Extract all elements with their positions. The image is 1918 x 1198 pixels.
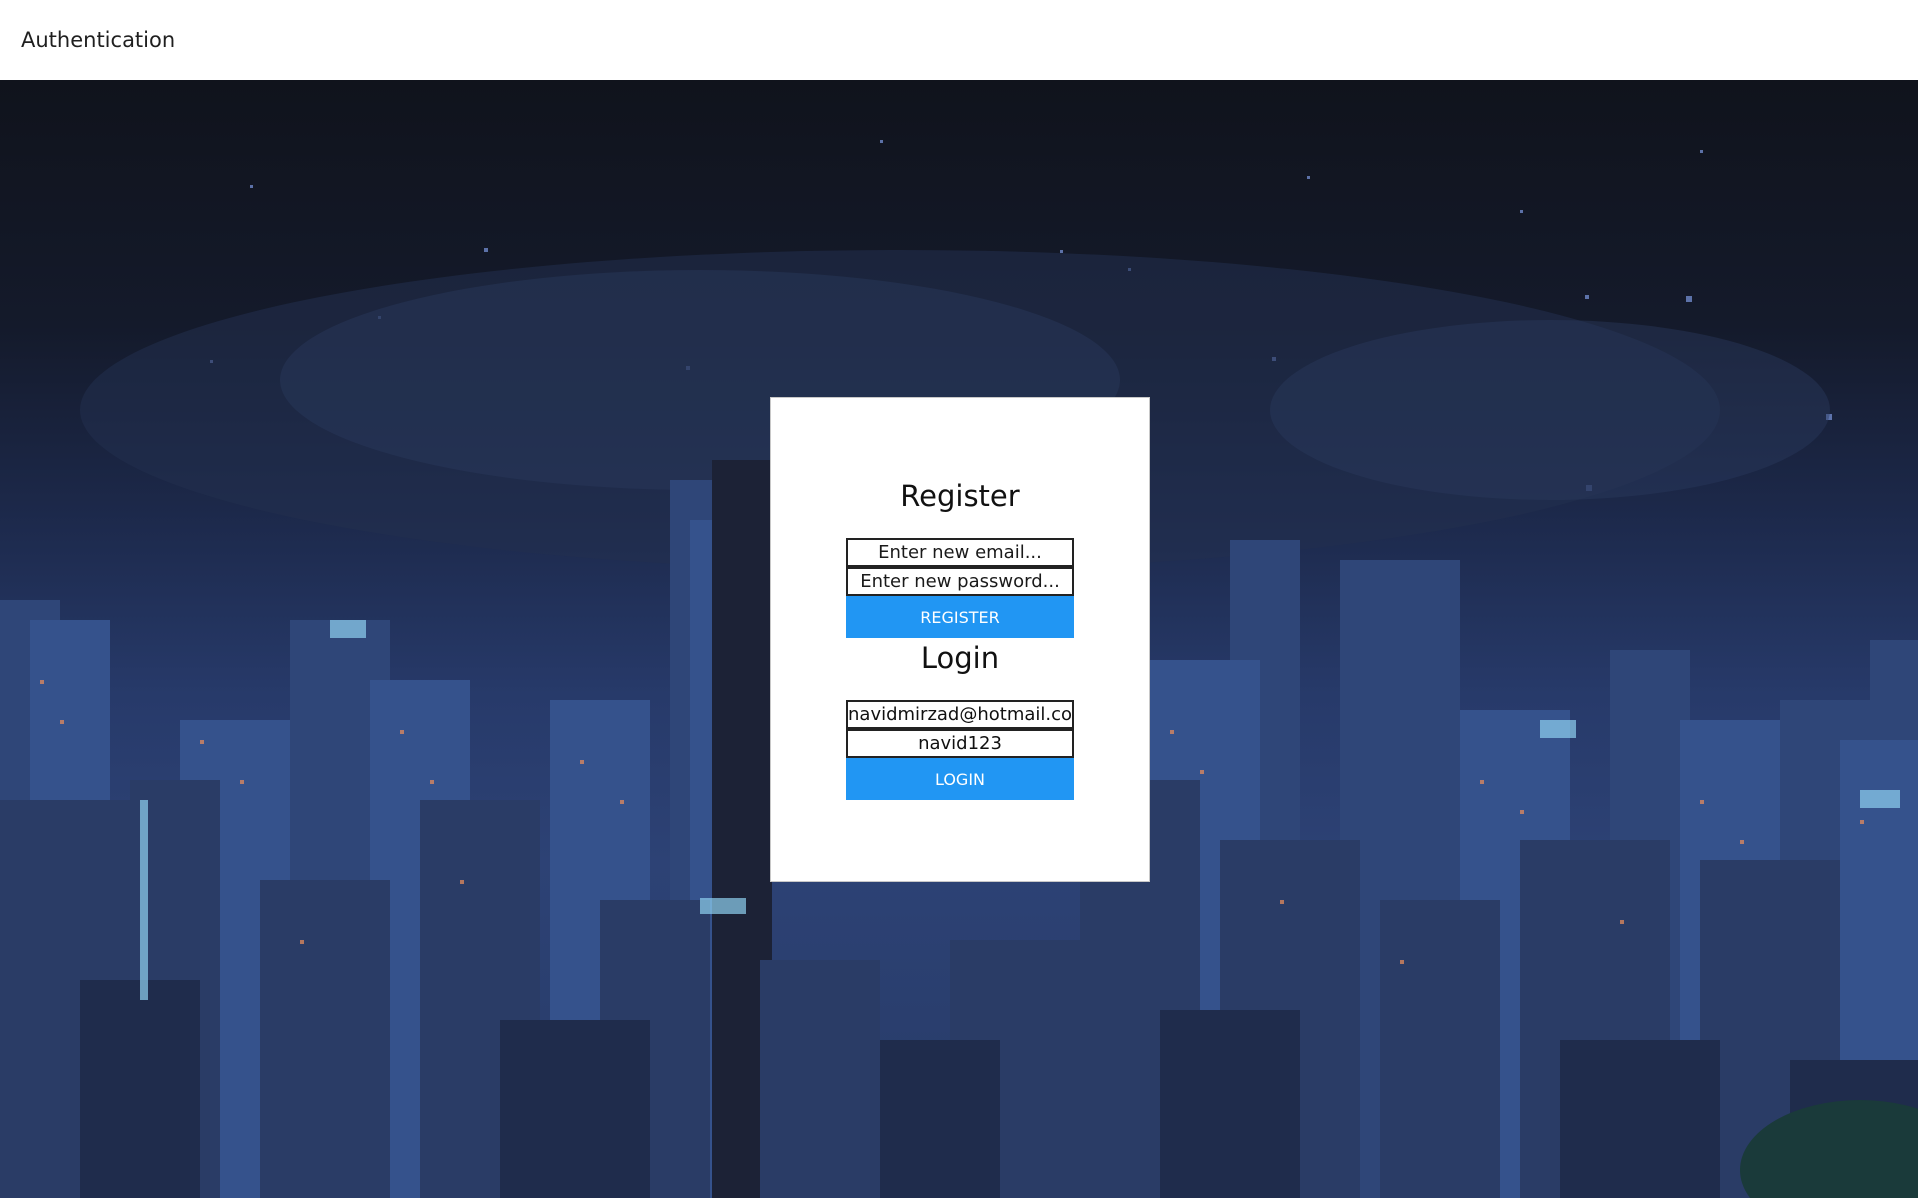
page-title: Authentication bbox=[21, 28, 176, 52]
register-form: REGISTER bbox=[846, 538, 1074, 638]
app-header: Authentication bbox=[0, 0, 1918, 80]
register-button[interactable]: REGISTER bbox=[846, 596, 1074, 638]
register-email-input[interactable] bbox=[846, 538, 1074, 567]
register-heading: Register bbox=[900, 479, 1020, 513]
register-password-input[interactable] bbox=[846, 567, 1074, 596]
login-button[interactable]: LOGIN bbox=[846, 758, 1074, 800]
login-form: LOGIN bbox=[846, 700, 1074, 800]
login-email-input[interactable] bbox=[846, 700, 1074, 729]
login-password-input[interactable] bbox=[846, 729, 1074, 758]
login-heading: Login bbox=[920, 641, 1000, 675]
auth-card: Register REGISTER Login LOGIN bbox=[770, 397, 1150, 882]
